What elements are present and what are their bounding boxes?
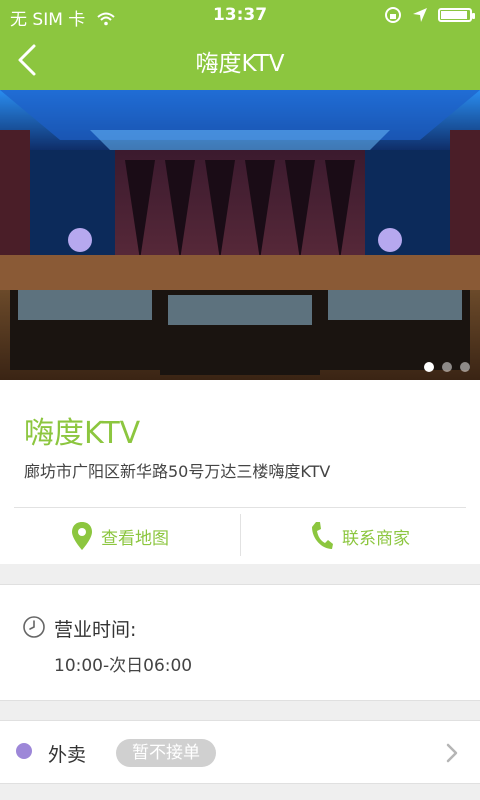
gallery-page-indicator <box>424 362 470 372</box>
chevron-right-icon <box>446 743 458 763</box>
location-arrow-icon <box>413 8 427 22</box>
view-map-label: 查看地图 <box>101 528 169 549</box>
page-indicator-dot <box>460 362 470 372</box>
app-header: 无 SIM 卡 13:37 嗨度KTV <box>0 0 480 90</box>
store-name: 嗨度KTV <box>24 416 141 451</box>
takeout-label: 外卖 <box>48 744 87 766</box>
takeout-status-badge: 暂不接单 <box>116 739 216 767</box>
phone-icon <box>312 522 333 549</box>
page-indicator-dot <box>442 362 452 372</box>
business-hours-section: 营业时间: 10:00-次日06:00 <box>0 584 480 701</box>
contact-merchant-label: 联系商家 <box>342 528 410 549</box>
business-hours-value: 10:00-次日06:00 <box>54 656 193 676</box>
photo-gallery[interactable] <box>0 90 480 380</box>
map-pin-icon <box>72 522 92 550</box>
business-hours-label: 营业时间: <box>54 619 137 641</box>
battery-icon <box>438 8 475 22</box>
takeout-bullet-icon <box>16 743 32 759</box>
store-info-card: 嗨度KTV 廊坊市广阳区新华路50号万达三楼嗨度KTV 查看地图 联系商家 <box>0 380 480 564</box>
rotation-lock-icon <box>385 7 401 23</box>
page-title: 嗨度KTV <box>195 51 285 77</box>
page-indicator-dot <box>424 362 434 372</box>
takeout-row[interactable]: 外卖 暂不接单 <box>0 720 480 784</box>
store-address: 廊坊市广阳区新华路50号万达三楼嗨度KTV <box>24 462 331 481</box>
view-map-button[interactable]: 查看地图 <box>0 508 240 564</box>
contact-merchant-button[interactable]: 联系商家 <box>240 508 480 564</box>
ktv-room-photo <box>0 90 480 380</box>
clock-icon <box>23 616 45 638</box>
status-bar: 无 SIM 卡 13:37 <box>0 0 480 30</box>
navigation-bar: 嗨度KTV <box>0 30 480 90</box>
